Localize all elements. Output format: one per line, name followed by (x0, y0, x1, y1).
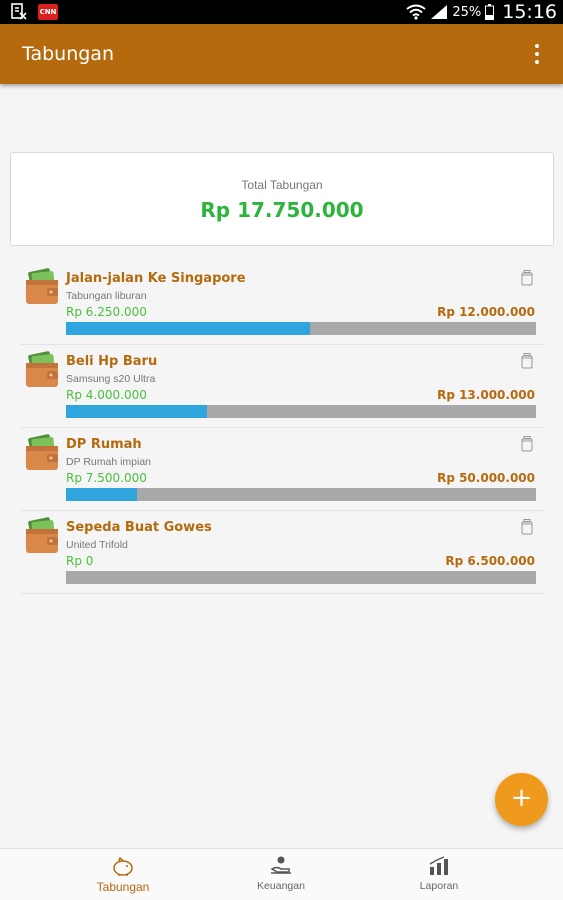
piggy-bank-icon (113, 856, 133, 876)
savings-item-saved-amount: Rp 7.500.000 (66, 471, 147, 485)
wifi-icon (406, 4, 426, 20)
app-title: Tabungan (22, 43, 114, 65)
savings-progress-fill (66, 488, 137, 501)
status-bar: CNN 25% 15:16 (0, 0, 563, 24)
nav-keuangan[interactable]: Keuangan (211, 849, 351, 900)
savings-item-subtitle: DP Rumah impian (66, 456, 152, 468)
status-notifications: CNN (10, 3, 58, 21)
nav-laporan[interactable]: Laporan (369, 849, 509, 900)
savings-progress-fill (66, 322, 311, 335)
savings-item[interactable]: Beli Hp Baru Samsung s20 Ultra Rp 4.000.… (20, 345, 544, 428)
savings-item-title: Beli Hp Baru (66, 354, 158, 369)
savings-item-title: DP Rumah (66, 437, 142, 452)
savings-progress-bar (66, 571, 536, 584)
nav-label-tabungan: Tabungan (96, 880, 150, 894)
delete-icon[interactable] (521, 353, 533, 369)
total-savings-amount: Rp 17.750.000 (200, 198, 364, 222)
savings-item-target-amount: Rp 13.000.000 (437, 388, 535, 402)
overflow-menu-icon[interactable] (533, 44, 541, 64)
savings-item-subtitle: United Trifold (66, 539, 128, 551)
savings-item-subtitle: Samsung s20 Ultra (66, 373, 156, 385)
total-savings-card: Total Tabungan Rp 17.750.000 (10, 152, 554, 246)
add-savings-button[interactable]: + (495, 773, 548, 826)
savings-item-target-amount: Rp 6.500.000 (445, 554, 535, 568)
savings-item[interactable]: DP Rumah DP Rumah impian Rp 7.500.000 Rp… (20, 428, 544, 511)
delete-icon[interactable] (521, 436, 533, 452)
savings-item-saved-amount: Rp 4.000.000 (66, 388, 147, 402)
savings-progress-bar (66, 405, 536, 418)
savings-progress-fill (66, 405, 207, 418)
nav-tabungan[interactable]: Tabungan (53, 849, 193, 900)
money-hand-icon (270, 856, 291, 874)
wallet-icon (26, 268, 58, 304)
savings-item-target-amount: Rp 12.000.000 (437, 305, 535, 319)
bar-chart-icon (429, 856, 448, 875)
wallet-icon (26, 351, 58, 387)
savings-item[interactable]: Sepeda Buat Gowes United Trifold Rp 0 Rp… (20, 511, 544, 594)
status-time: 15:16 (502, 1, 557, 23)
savings-item-title: Sepeda Buat Gowes (66, 520, 212, 535)
app-bar: Tabungan (0, 24, 563, 84)
wallet-icon (26, 517, 58, 553)
total-savings-label: Total Tabungan (241, 178, 323, 192)
savings-progress-bar (66, 488, 536, 501)
wallet-icon (26, 434, 58, 470)
battery-percent: 25% (452, 4, 482, 20)
savings-item-subtitle: Tabungan liburan (66, 290, 147, 302)
battery-icon (485, 4, 495, 20)
savings-list: Jalan-jalan Ke Singapore Tabungan libura… (20, 262, 544, 594)
savings-progress-bar (66, 322, 536, 335)
savings-item-target-amount: Rp 50.000.000 (437, 471, 535, 485)
cnn-notification-icon: CNN (38, 4, 58, 20)
nav-label-keuangan: Keuangan (257, 880, 305, 892)
savings-item-title: Jalan-jalan Ke Singapore (66, 271, 246, 286)
bottom-navigation: Tabungan Keuangan Laporan (0, 848, 563, 900)
savings-item[interactable]: Jalan-jalan Ke Singapore Tabungan libura… (20, 262, 544, 345)
delete-icon[interactable] (521, 270, 533, 286)
nav-label-laporan: Laporan (419, 880, 459, 892)
signal-icon (431, 5, 448, 19)
download-icon (11, 3, 27, 20)
delete-icon[interactable] (521, 519, 533, 535)
savings-item-saved-amount: Rp 0 (66, 554, 94, 568)
savings-item-saved-amount: Rp 6.250.000 (66, 305, 147, 319)
status-indicators: 25% 15:16 (406, 1, 557, 23)
